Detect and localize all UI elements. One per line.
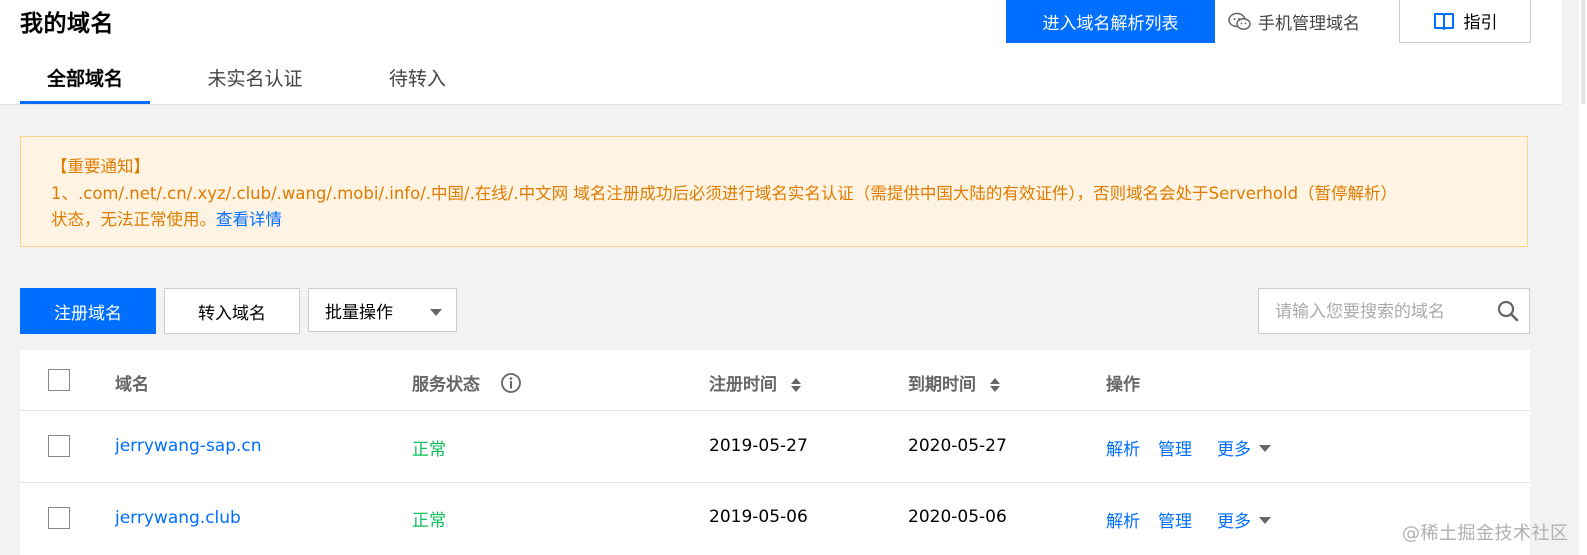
notice-banner: 【重要通知】 1、.com/.net/.cn/.xyz/.club/.wang/… (20, 136, 1528, 247)
tab-pending-transfer[interactable]: 待转入 (375, 64, 460, 104)
tab-unverified[interactable]: 未实名认证 (195, 64, 315, 104)
scrollbar-thumb[interactable] (1581, 0, 1585, 104)
more-label: 更多 (1217, 440, 1251, 460)
column-header-ops: 操作 (1106, 375, 1140, 395)
manage-link[interactable]: 管理 (1158, 435, 1192, 460)
notice-line-2-wrap: 状态，无法正常使用。查看详情 (51, 207, 1497, 234)
book-icon (1433, 12, 1454, 30)
tab-all-domains[interactable]: 全部域名 (20, 64, 150, 104)
manage-link[interactable]: 管理 (1158, 507, 1192, 532)
chevron-down-icon (430, 309, 442, 316)
table-row: jerrywang-sap.cn 正常 2019-05-27 2020-05-2… (20, 411, 1530, 483)
resolve-link[interactable]: 解析 (1106, 507, 1140, 532)
column-header-status: 服务状态 (412, 375, 480, 395)
batch-operation-label: 批量操作 (325, 302, 393, 323)
domain-link[interactable]: jerrywang.club (115, 508, 241, 528)
more-dropdown[interactable]: 更多 (1217, 435, 1271, 460)
column-header-exp-time: 到期时间 (908, 375, 976, 395)
scrollbar[interactable] (1579, 0, 1587, 555)
notice-title: 【重要通知】 (51, 157, 150, 176)
domain-table: 域名 服务状态 注册时间 到期时间 操作 jerrywang-sap.cn 正常 (20, 350, 1530, 555)
register-domain-button[interactable]: 注册域名 (20, 288, 156, 334)
row-checkbox[interactable] (48, 435, 70, 457)
more-label: 更多 (1217, 512, 1251, 532)
search-icon[interactable] (1497, 300, 1519, 322)
resolve-link[interactable]: 解析 (1106, 435, 1140, 460)
notice-line-1: 1、.com/.net/.cn/.xyz/.club/.wang/.mobi/.… (51, 183, 1398, 203)
column-header-domain: 域名 (115, 375, 149, 395)
dns-list-button[interactable]: 进入域名解析列表 (1006, 0, 1215, 43)
sort-icon (790, 378, 801, 392)
more-dropdown[interactable]: 更多 (1217, 507, 1271, 532)
column-header-reg-time-wrap[interactable]: 注册时间 (709, 370, 801, 395)
expiration-date: 2020-05-06 (908, 507, 1007, 527)
caret-down-icon (1259, 444, 1271, 452)
notice-line-2: 状态，无法正常使用。 (51, 210, 216, 229)
table-row: jerrywang.club 正常 2019-05-06 2020-05-06 … (20, 483, 1530, 555)
sort-icon (989, 378, 1000, 392)
service-status: 正常 (412, 511, 446, 531)
page-title: 我的域名 (20, 11, 114, 37)
registration-date: 2019-05-06 (709, 507, 808, 527)
guide-button[interactable]: 指引 (1399, 0, 1531, 43)
service-status: 正常 (412, 440, 446, 460)
select-all-checkbox[interactable] (48, 369, 70, 391)
top-header-area: 我的域名 进入域名解析列表 手机管理域名 指引 全部域名 未实名认证 待转入 (0, 0, 1562, 105)
caret-down-icon (1259, 516, 1271, 524)
column-header-status-wrap: 服务状态 (412, 370, 522, 396)
column-header-reg-time: 注册时间 (709, 375, 777, 395)
mobile-manage-link[interactable]: 手机管理域名 (1228, 0, 1360, 43)
expiration-date: 2020-05-27 (908, 436, 1007, 456)
mobile-manage-label: 手机管理域名 (1258, 14, 1360, 34)
wechat-icon (1228, 12, 1251, 30)
info-icon[interactable] (500, 372, 522, 394)
search-input[interactable] (1273, 289, 1487, 335)
registration-date: 2019-05-27 (709, 436, 808, 456)
column-header-exp-time-wrap[interactable]: 到期时间 (908, 370, 1000, 395)
domain-link[interactable]: jerrywang-sap.cn (115, 436, 262, 456)
domain-search (1258, 288, 1530, 335)
guide-label: 指引 (1463, 13, 1498, 33)
notice-details-link[interactable]: 查看详情 (216, 210, 282, 229)
watermark: @稀土掘金技术社区 (1402, 523, 1569, 544)
row-checkbox[interactable] (48, 507, 70, 529)
batch-operation-select[interactable]: 批量操作 (308, 288, 457, 332)
transfer-domain-button[interactable]: 转入域名 (164, 288, 300, 334)
table-header-row: 域名 服务状态 注册时间 到期时间 操作 (20, 350, 1530, 411)
